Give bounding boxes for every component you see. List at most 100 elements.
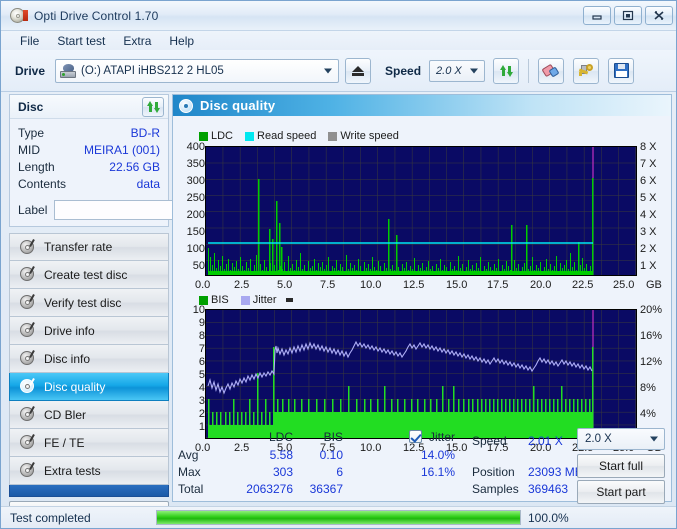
stats-total-ldc: 2063276: [246, 482, 293, 496]
stats-avg-jitter: 14.0%: [420, 448, 455, 462]
bis-ytick-8: 8: [198, 330, 205, 342]
disc-row-key: MID: [18, 142, 40, 157]
start-part-button[interactable]: Start part: [577, 480, 665, 504]
minimize-icon[interactable]: [583, 6, 611, 25]
ldc-ytick-100: 100: [186, 243, 205, 255]
disc-header-label: Disc: [18, 99, 44, 114]
ldc-ytick-250: 250: [186, 192, 205, 204]
stats-max-bis: 6: [336, 465, 343, 479]
refresh-icon: [499, 64, 513, 77]
close-icon[interactable]: [645, 6, 673, 25]
eject-icon: [352, 65, 365, 77]
disc-icon: [20, 239, 35, 255]
stats-value-samples: 369463: [528, 482, 569, 496]
bis-ytick-5: 5: [198, 369, 205, 381]
sidebar-item-label: Transfer rate: [44, 240, 113, 254]
progress-bar: [156, 510, 521, 525]
start-full-button[interactable]: Start full: [577, 454, 665, 478]
sidebar-item-drive-info[interactable]: Drive info: [9, 317, 169, 345]
key-icon: [578, 63, 594, 78]
left-panel: Disc Type BD-R MID MEIRA1 (001) Length 2…: [9, 94, 228, 523]
menu-item-help[interactable]: Help: [160, 33, 203, 49]
key-button[interactable]: [573, 57, 600, 84]
stats-value-speed: 2.01 X: [528, 434, 563, 448]
sidebar-item-fe-te[interactable]: FE / TE: [9, 429, 169, 457]
test-speed-select[interactable]: 2.0 X: [577, 428, 665, 450]
sidebar-item-disc-quality[interactable]: Disc quality: [9, 373, 169, 401]
ldc-xtick-7_5: 7.5: [320, 279, 336, 291]
test-speed-select-value: 2.0 X: [585, 433, 612, 445]
jitter-checkbox[interactable]: [409, 430, 422, 443]
sidebar-item-disc-info[interactable]: Disc info: [9, 345, 169, 373]
legend-label-write-speed: Write speed: [340, 130, 399, 142]
stats-max-jitter: 16.1%: [420, 465, 455, 479]
sidebar-item-extra-tests[interactable]: Extra tests: [9, 457, 169, 485]
menu-item-extra[interactable]: Extra: [114, 33, 160, 49]
legend-swatch-read-speed: [245, 131, 255, 141]
disc-info-box: Disc Type BD-R MID MEIRA1 (001) Length 2…: [9, 94, 228, 227]
speed-ytick-7x: 7 X: [640, 158, 657, 170]
refresh-button[interactable]: [493, 57, 520, 84]
stats-header-jitter: Jitter: [429, 430, 456, 444]
ldc-xtick-2_5: 2.5: [234, 279, 250, 291]
bis-ytick-4: 4: [198, 382, 205, 394]
ldc-chart-legend: LDC Read speed Write speed: [199, 130, 399, 142]
disc-refresh-button[interactable]: [142, 96, 164, 117]
stats-max-ldc: 303: [272, 465, 293, 479]
disc-quality-icon: [179, 98, 193, 113]
stats-row-key-max: Max: [178, 465, 201, 479]
panel-header: Disc quality: [173, 95, 671, 116]
legend-label-ldc: LDC: [211, 130, 234, 142]
window-controls: [583, 6, 673, 25]
erase-button[interactable]: [538, 57, 565, 84]
page-title: Disc quality: [200, 98, 276, 113]
drive-label: Drive: [15, 63, 46, 78]
sidebar-item-transfer-rate[interactable]: Transfer rate: [9, 233, 169, 261]
speed-ytick-8x: 8 X: [640, 141, 657, 153]
drive-select[interactable]: (O:) ATAPI iHBS212 2 HL05: [55, 58, 340, 83]
disc-info-rows: Type BD-R MID MEIRA1 (001) Length 22.56 …: [10, 119, 168, 196]
sidebar-item-create-test-disc[interactable]: Create test disc: [9, 261, 169, 289]
ldc-read-speed-plot[interactable]: [205, 146, 637, 276]
jitter-ytick-4: 4%: [640, 408, 656, 420]
ldc-xtick-17_5: 17.5: [487, 279, 509, 291]
speed-select[interactable]: 2.0 X: [429, 59, 486, 82]
speed-ytick-6x: 6 X: [640, 175, 657, 187]
ldc-xtick-5: 5.0: [277, 279, 293, 291]
speed-ytick-1x: 1 X: [640, 260, 657, 272]
drive-select-value: (O:) ATAPI iHBS212 2 HL05: [81, 64, 224, 77]
chevron-down-icon: [324, 68, 333, 73]
legend-swatch-marker: [285, 298, 293, 302]
menu-item-start-test[interactable]: Start test: [48, 33, 114, 49]
sidebar-item-label: CD Bler: [44, 407, 87, 422]
disc-row-length: Length 22.56 GB: [18, 158, 160, 175]
jitter-ytick-16: 16%: [640, 330, 663, 342]
sidebar-spacer: [9, 485, 169, 497]
disc-label-key: Label: [18, 202, 48, 217]
sidebar-item-verify-test-disc[interactable]: Verify test disc: [9, 289, 169, 317]
ldc-xtick-15: 15.0: [446, 279, 468, 291]
jitter-ytick-20: 20%: [640, 304, 663, 316]
disc-row-value: BD-R: [130, 125, 160, 140]
menu-item-file[interactable]: File: [11, 33, 48, 49]
legend-swatch-write-speed: [328, 131, 338, 141]
stats-value-position: 23093 MB: [528, 465, 583, 479]
disc-icon: [20, 323, 35, 338]
bis-jitter-plot[interactable]: [205, 309, 637, 439]
sidebar-item-cd-bler[interactable]: CD Bler: [9, 401, 169, 429]
legend-label-jitter: Jitter: [252, 294, 277, 306]
progress-bar-fill: [157, 511, 520, 524]
jitter-ytick-12: 12%: [640, 356, 663, 368]
ldc-xtick-0: 0.0: [195, 279, 211, 291]
maximize-icon[interactable]: [614, 6, 642, 25]
eject-button[interactable]: [345, 57, 372, 84]
disc-icon: [20, 379, 35, 394]
ldc-ytick-50: 50: [192, 260, 205, 272]
disc-icon: [20, 463, 35, 478]
stats-avg-bis: 0.10: [319, 448, 343, 462]
save-button[interactable]: [608, 57, 635, 84]
chevron-down-icon: [650, 436, 658, 442]
chevron-down-icon: [470, 68, 479, 73]
ldc-xtick-25: 25.0: [613, 279, 635, 291]
navigation-list: Transfer rate Create test disc Verify te…: [9, 233, 169, 523]
